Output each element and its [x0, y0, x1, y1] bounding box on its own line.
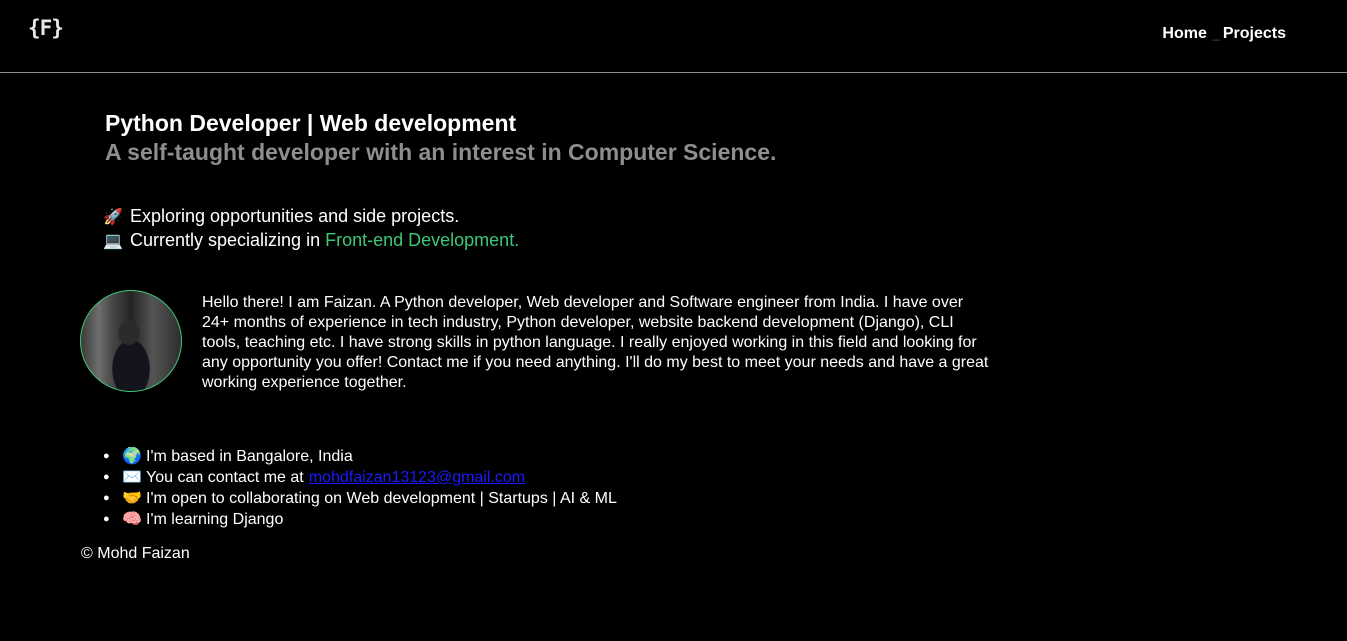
nav-separator: _	[1212, 27, 1220, 41]
facts-list: ● 🌍 I'm based in Bangalore, India ● ✉️ Y…	[103, 446, 617, 530]
fact-contact-text: You can contact me at	[146, 469, 304, 486]
status-exploring: 🚀 Exploring opportunities and side proje…	[103, 206, 459, 227]
page-title: Python Developer | Web development	[105, 110, 517, 136]
bullet-icon: ●	[103, 513, 110, 525]
rocket-icon: 🚀	[103, 208, 123, 226]
envelope-icon: ✉️	[122, 469, 142, 486]
nav-projects-link[interactable]: Projects	[1223, 25, 1286, 43]
fact-learning-text: I'm learning Django	[146, 511, 284, 528]
site-header: {F} Home _ Projects	[0, 0, 1347, 73]
about-bio: Hello there! I am Faizan. A Python devel…	[202, 294, 989, 391]
portfolio-page: {F} Home _ Projects Python Developer | W…	[0, 0, 1347, 641]
laptop-icon: 💻	[103, 232, 123, 250]
main-nav: Home _ Projects	[1162, 25, 1286, 43]
status-specializing-text: Currently specializing in Front-end Deve…	[130, 230, 519, 251]
bullet-icon: ●	[103, 450, 110, 462]
brain-icon: 🧠	[122, 511, 142, 528]
list-item: ● ✉️ You can contact me at mohdfaizan131…	[103, 467, 617, 488]
handshake-icon: 🤝	[122, 490, 142, 507]
status-specializing: 💻 Currently specializing in Front-end De…	[103, 230, 519, 251]
bullet-icon: ●	[103, 492, 110, 504]
fact-location-text: I'm based in Bangalore, India	[146, 448, 353, 465]
nav-home-link[interactable]: Home	[1162, 25, 1206, 43]
site-footer: © Mohd Faizan	[81, 545, 190, 562]
list-item: ● 🌍 I'm based in Bangalore, India	[103, 446, 617, 467]
site-logo[interactable]: {F}	[28, 16, 64, 40]
profile-avatar	[80, 290, 182, 392]
list-item: ● 🤝 I'm open to collaborating on Web dev…	[103, 488, 617, 509]
specialization-highlight: Front-end Development.	[325, 230, 520, 250]
status-exploring-text: Exploring opportunities and side project…	[130, 206, 460, 226]
fact-collaboration-text: I'm open to collaborating on Web develop…	[146, 490, 617, 507]
list-item: ● 🧠 I'm learning Django	[103, 509, 617, 530]
email-link[interactable]: mohdfaizan13123@gmail.com	[309, 467, 525, 488]
page-subtitle: A self-taught developer with an interest…	[105, 139, 777, 165]
status-specializing-prefix: Currently specializing in	[130, 230, 326, 250]
bullet-icon: ●	[103, 471, 110, 483]
globe-icon: 🌍	[122, 448, 142, 465]
